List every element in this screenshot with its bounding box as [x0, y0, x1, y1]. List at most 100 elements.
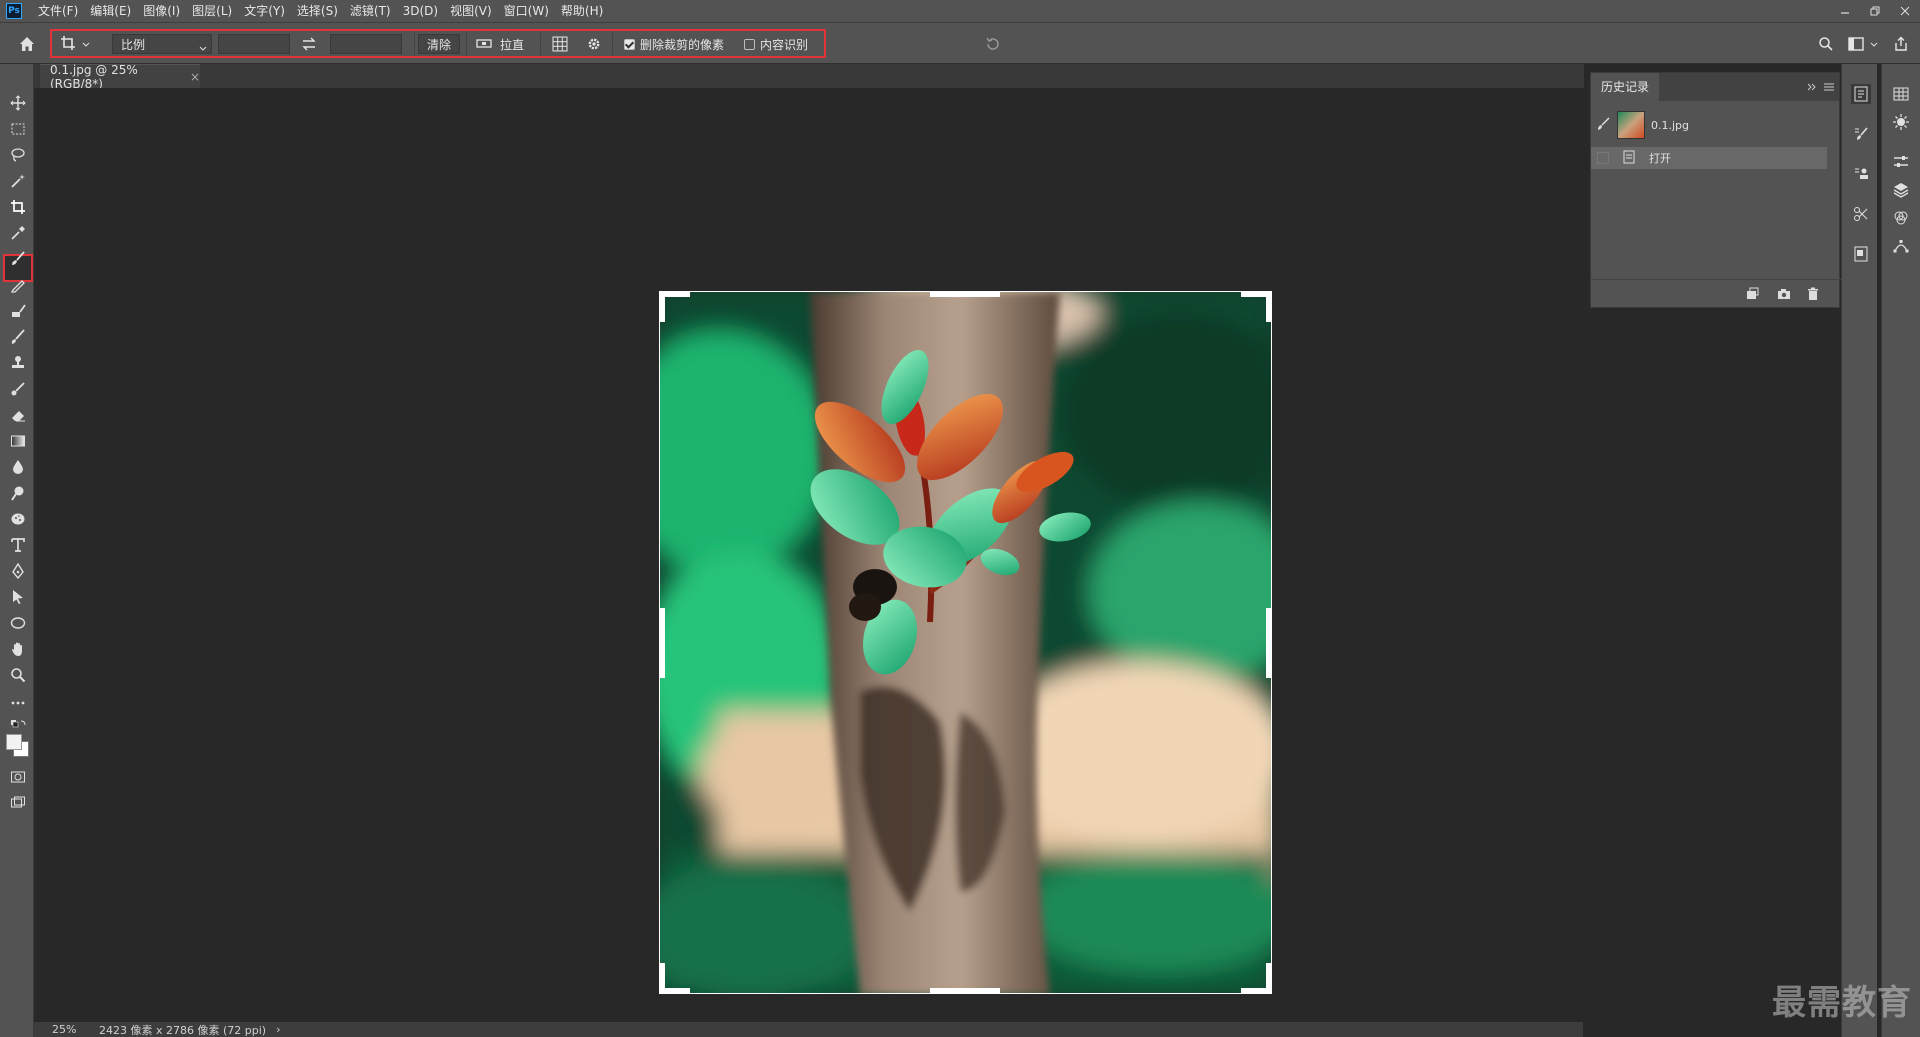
- crop-handle-bottom-left-v[interactable]: [660, 963, 665, 993]
- blur-icon[interactable]: [7, 456, 29, 478]
- search-icon[interactable]: [1818, 34, 1834, 54]
- collapse-panel-icon[interactable]: [1807, 81, 1817, 95]
- crop-handle-top[interactable]: [930, 292, 1000, 297]
- text-icon[interactable]: [7, 534, 29, 556]
- history-state[interactable]: 打开: [1591, 147, 1827, 169]
- menu-3d[interactable]: 3D(D): [397, 0, 444, 22]
- menu-window[interactable]: 窗口(W): [498, 0, 555, 22]
- restore-button[interactable]: [1860, 0, 1890, 22]
- workspace-switcher-icon[interactable]: [1848, 34, 1878, 54]
- ellipse-icon[interactable]: [7, 612, 29, 634]
- straighten-button[interactable]: 拉直: [476, 34, 524, 54]
- reset-icon[interactable]: [985, 34, 1001, 54]
- swap-dimensions-icon[interactable]: [301, 34, 317, 54]
- document-image[interactable]: [659, 291, 1272, 994]
- history-brush-icon[interactable]: [7, 326, 29, 348]
- minimize-button[interactable]: [1830, 0, 1860, 22]
- path-select-icon[interactable]: [7, 586, 29, 608]
- menu-type[interactable]: 文字(Y): [238, 0, 291, 22]
- separator: [612, 33, 613, 55]
- gear-icon[interactable]: [586, 34, 602, 54]
- ratio-select[interactable]: 比例: [112, 34, 212, 54]
- crop-handle-bottom[interactable]: [930, 988, 1000, 993]
- layers-icon[interactable]: [1891, 180, 1911, 200]
- move-icon[interactable]: [7, 92, 29, 114]
- menu-edit[interactable]: 编辑(E): [84, 0, 137, 22]
- crop-handle-top-left-v[interactable]: [660, 292, 665, 322]
- zoom-icon[interactable]: [7, 664, 29, 686]
- quick-mask-icon[interactable]: [7, 766, 29, 788]
- separator: [466, 33, 467, 55]
- dodge-icon[interactable]: [7, 482, 29, 504]
- canvas-area[interactable]: [34, 88, 1583, 1022]
- content-aware-label: 内容识别: [760, 37, 809, 52]
- home-icon[interactable]: [16, 33, 38, 55]
- camera-icon[interactable]: [1777, 287, 1791, 304]
- default-colors-icon[interactable]: [7, 718, 29, 730]
- close-tab-icon[interactable]: ×: [190, 70, 200, 84]
- tab-history[interactable]: 历史记录: [1591, 73, 1660, 101]
- brush-settings-icon[interactable]: [1851, 124, 1871, 144]
- menu-filter[interactable]: 滤镜(T): [344, 0, 397, 22]
- history-brush-source-icon[interactable]: [1597, 116, 1611, 134]
- menu-layer[interactable]: 图层(L): [186, 0, 238, 22]
- crop-handle-right[interactable]: [1266, 608, 1271, 678]
- history-panel-tabbar: 历史记录: [1591, 73, 1839, 101]
- art-brush-icon[interactable]: [7, 378, 29, 400]
- sponge-icon[interactable]: [7, 508, 29, 530]
- ps-app-icon[interactable]: Ps: [6, 3, 22, 19]
- paths-icon[interactable]: [1891, 236, 1911, 256]
- lasso-icon[interactable]: [7, 144, 29, 166]
- marquee-icon[interactable]: [7, 118, 29, 140]
- more-icon[interactable]: [7, 692, 29, 714]
- clone-stamp-icon[interactable]: [7, 300, 29, 322]
- menu-view[interactable]: 视图(V): [444, 0, 498, 22]
- document-info: 2423 像素 x 2786 像素 (72 ppi): [99, 1023, 267, 1037]
- stamp-icon[interactable]: [7, 352, 29, 374]
- menu-help[interactable]: 帮助(H): [555, 0, 609, 22]
- crop-preset-picker[interactable]: [60, 34, 90, 54]
- close-button[interactable]: [1890, 0, 1920, 22]
- foreground-color-swatch[interactable]: [6, 734, 22, 750]
- hand-icon[interactable]: [7, 638, 29, 660]
- crop-handle-left[interactable]: [660, 608, 665, 678]
- history-panel-icon[interactable]: [1851, 84, 1871, 104]
- eyedropper-icon[interactable]: [7, 222, 29, 244]
- document-tab[interactable]: 0.1.jpg @ 25%(RGB/8*) ×: [40, 63, 200, 91]
- crop-handle-top-right-v[interactable]: [1266, 292, 1271, 322]
- pen-icon[interactable]: [7, 560, 29, 582]
- overlay-grid-icon[interactable]: [552, 34, 568, 54]
- panel-menu-icon[interactable]: [1823, 81, 1835, 95]
- brush-icon[interactable]: [7, 248, 29, 270]
- history-snapshot[interactable]: 0.1.jpg: [1591, 109, 1827, 141]
- crop-handle-bottom-right-v[interactable]: [1266, 963, 1271, 993]
- gradient-icon[interactable]: [7, 430, 29, 452]
- height-input[interactable]: [330, 34, 402, 54]
- menu-file[interactable]: 文件(F): [32, 0, 84, 22]
- width-input[interactable]: [218, 34, 290, 54]
- clear-button[interactable]: 清除: [418, 34, 460, 54]
- tool-presets-icon[interactable]: [1851, 204, 1871, 224]
- swatches-grid-icon[interactable]: [1891, 84, 1911, 104]
- status-menu-arrow-icon[interactable]: ›: [276, 1023, 280, 1036]
- crop-icon[interactable]: [7, 196, 29, 218]
- trash-icon[interactable]: [1807, 287, 1819, 304]
- content-aware-checkbox[interactable]: 内容识别: [744, 34, 808, 54]
- zoom-level[interactable]: 25%: [52, 1023, 97, 1036]
- properties-sliders-icon[interactable]: [1891, 152, 1911, 172]
- delete-cropped-pixels-checkbox[interactable]: 删除裁剪的像素: [624, 34, 724, 54]
- share-icon[interactable]: [1893, 34, 1909, 54]
- notes-icon[interactable]: [1851, 244, 1871, 264]
- history-brush-source-empty[interactable]: [1597, 152, 1609, 164]
- snapshot-name: 0.1.jpg: [1651, 118, 1690, 132]
- pencil-icon[interactable]: [7, 274, 29, 296]
- sun-icon[interactable]: [1891, 112, 1911, 132]
- new-document-from-state-icon[interactable]: [1745, 287, 1759, 304]
- screen-mode-icon[interactable]: [7, 792, 29, 814]
- channels-icon[interactable]: [1891, 208, 1911, 228]
- menu-select[interactable]: 选择(S): [291, 0, 344, 22]
- clone-source-icon[interactable]: [1851, 164, 1871, 184]
- eraser-icon[interactable]: [7, 404, 29, 426]
- menu-image[interactable]: 图像(I): [137, 0, 186, 22]
- magic-wand-icon[interactable]: [7, 170, 29, 192]
